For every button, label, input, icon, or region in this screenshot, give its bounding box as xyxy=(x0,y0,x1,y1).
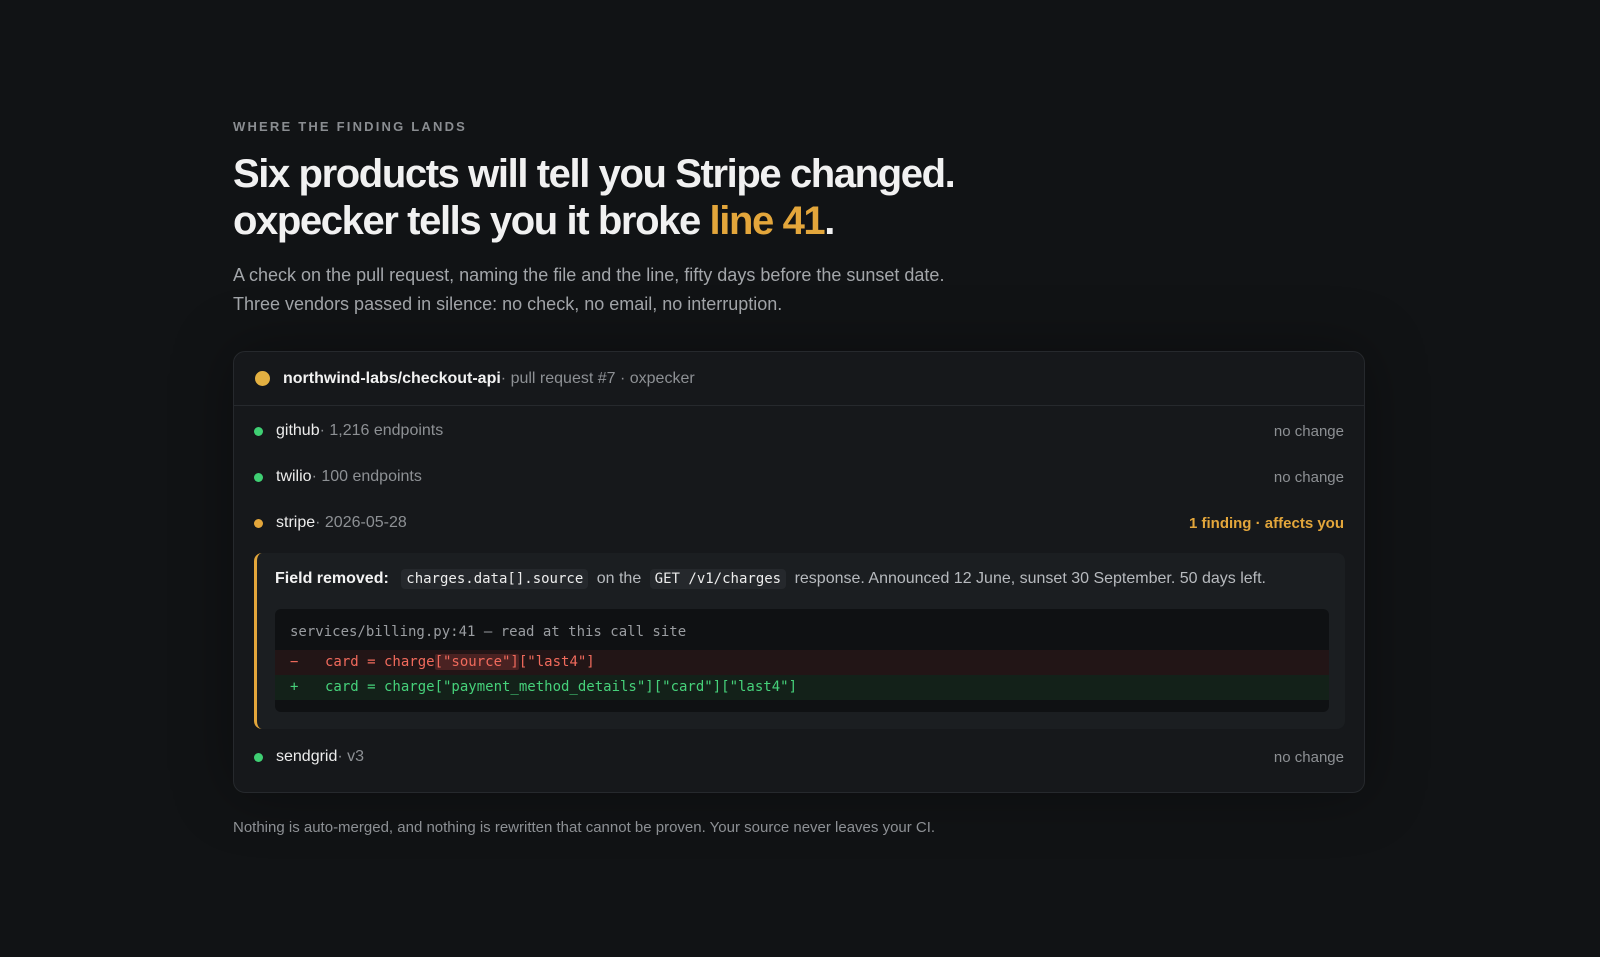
status-dot-ok xyxy=(254,752,263,762)
finding-detail: Field removed: charges.data[].source on … xyxy=(254,553,1345,729)
removed-code-before: card = charge xyxy=(325,654,435,670)
vendor-row-sendgrid[interactable]: sendgrid · v3 no change xyxy=(254,742,1344,772)
vendor-status: no change xyxy=(1273,748,1344,766)
vendor-detail: · 2026-05-28 xyxy=(315,514,407,531)
section-eyebrow: WHERE THE FINDING LANDS xyxy=(233,119,468,134)
subtitle: A check on the pull request, naming the … xyxy=(233,261,944,319)
code-location: services/billing.py:41 — read at this ca… xyxy=(290,624,687,640)
vendor-row-twilio[interactable]: twilio · 100 endpoints no change xyxy=(254,462,1344,492)
finding-summary: Field removed: charges.data[].source on … xyxy=(275,569,1266,589)
removed-field: charges.data[].source xyxy=(401,569,589,589)
status-dot-finding xyxy=(254,518,263,528)
subtitle-line-1: A check on the pull request, naming the … xyxy=(233,265,945,285)
endpoint: GET /v1/charges xyxy=(649,569,787,589)
finding-label: Field removed: xyxy=(275,570,389,587)
finding-on-the: on the xyxy=(596,570,642,587)
check-status-dot xyxy=(255,371,270,386)
vendor-name: sendgrid xyxy=(276,748,338,765)
status-dot-ok xyxy=(254,426,263,436)
code-diff: services/billing.py:41 — read at this ca… xyxy=(275,609,1329,712)
vendor-status: no change xyxy=(1273,468,1344,486)
headline: Six products will tell you Stripe change… xyxy=(233,151,956,245)
vendor-detail: · 1,216 endpoints xyxy=(319,422,444,439)
vendor-name: stripe xyxy=(276,514,316,531)
status-dot-ok xyxy=(254,472,263,482)
footnote: Nothing is auto-merged, and nothing is r… xyxy=(233,819,936,836)
minus-sign: − xyxy=(290,654,299,670)
vendor-status: no change xyxy=(1273,422,1344,440)
pr-meta: · pull request #7 · oxpecker xyxy=(500,369,695,387)
vendor-name: twilio xyxy=(276,468,312,485)
vendor-name: github xyxy=(276,422,320,439)
headline-line-1: Six products will tell you Stripe change… xyxy=(233,152,956,196)
headline-line-2-suffix: . xyxy=(824,199,835,243)
finding-rest: response. Announced 12 June, sunset 30 S… xyxy=(794,570,1266,587)
vendor-status-finding[interactable]: 1 finding · affects you xyxy=(1189,515,1344,532)
headline-accent: line 41 xyxy=(709,199,826,243)
vendor-detail: · v3 xyxy=(337,748,365,765)
headline-line-2-prefix: oxpecker tells you it broke xyxy=(233,199,710,243)
removed-code-highlight: ["source"] xyxy=(434,654,519,670)
diff-added-line: + card = charge["payment_method_details"]… xyxy=(275,675,1329,700)
card-header: northwind-labs/checkout-api · pull reque… xyxy=(234,352,1364,406)
added-code: card = charge["payment_method_details"][… xyxy=(325,679,798,695)
subtitle-line-2: Three vendors passed in silence: no chec… xyxy=(233,294,783,314)
removed-code-after: ["last4"] xyxy=(518,654,595,670)
vendor-row-stripe[interactable]: stripe · 2026-05-28 1 finding · affects … xyxy=(254,508,1344,538)
vendor-detail: · 100 endpoints xyxy=(311,468,422,485)
plus-sign: + xyxy=(290,679,299,695)
vendor-row-github[interactable]: github · 1,216 endpoints no change xyxy=(254,416,1344,446)
diff-removed-line: − card = charge["source"]["last4"] xyxy=(275,650,1329,675)
pr-check-card: northwind-labs/checkout-api · pull reque… xyxy=(233,351,1365,793)
repo-name[interactable]: northwind-labs/checkout-api xyxy=(283,370,501,388)
